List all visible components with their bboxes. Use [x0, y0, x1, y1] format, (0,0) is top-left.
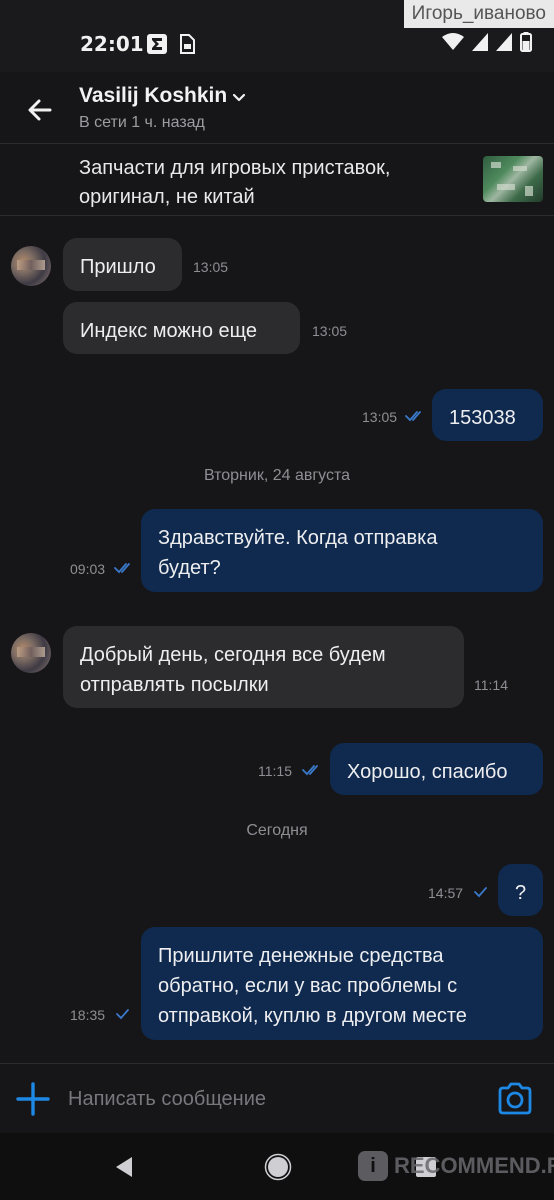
- nav-back-icon[interactable]: [112, 1154, 138, 1180]
- wifi-icon: [442, 33, 464, 50]
- date-divider: Вторник, 24 августа: [203, 467, 351, 484]
- status-time: 22:01: [80, 32, 144, 56]
- contact-status: В сети 1 ч. назад: [79, 114, 205, 131]
- system-nav-bar: i RECOMMEND.RU: [0, 1133, 554, 1200]
- message-input-bar: [0, 1063, 554, 1133]
- status-bar: 22:01 Игорь_иваново: [0, 0, 554, 72]
- contact-avatar[interactable]: [11, 246, 51, 286]
- back-arrow-icon[interactable]: [22, 92, 58, 128]
- chevron-down-icon[interactable]: [231, 89, 247, 105]
- double-check-icon: [302, 765, 318, 776]
- plus-icon[interactable]: [15, 1081, 51, 1117]
- message-bubble[interactable]: Добрый день, сегодня все будем отправлят…: [63, 626, 464, 708]
- message-bubble[interactable]: ?: [498, 864, 543, 916]
- single-check-icon: [474, 887, 487, 898]
- message-input[interactable]: [68, 1082, 468, 1116]
- sim-notification-icon: [180, 34, 195, 54]
- double-check-icon: [114, 563, 130, 574]
- watermark-username: Игорь_иваново: [403, 0, 554, 28]
- message-bubble[interactable]: Пришло: [63, 238, 182, 291]
- message-bubble[interactable]: Здравствуйте. Когда отправка будет?: [141, 509, 543, 592]
- message-time: 13:05: [362, 409, 398, 425]
- message-bubble[interactable]: Индекс можно еще: [63, 302, 300, 354]
- message-bubble[interactable]: 153038: [432, 389, 543, 441]
- date-divider: Сегодня: [246, 822, 308, 839]
- message-time: 11:15: [258, 763, 292, 779]
- listing-title[interactable]: Запчасти для игровых приставок, оригинал…: [79, 154, 459, 212]
- camera-icon[interactable]: [496, 1081, 534, 1117]
- single-check-icon: [116, 1009, 129, 1020]
- message-time: 13:05: [193, 259, 229, 275]
- message-time: 14:57: [428, 885, 464, 901]
- signal-icon-2: [496, 33, 512, 51]
- watermark-badge: i: [358, 1151, 388, 1181]
- chat-header: Vasilij Koshkin В сети 1 ч. назад: [0, 72, 554, 144]
- contact-avatar[interactable]: [11, 633, 51, 673]
- message-bubble[interactable]: Хорошо, спасибо: [330, 743, 543, 795]
- battery-icon: [520, 32, 532, 52]
- listing-bar[interactable]: Запчасти для игровых приставок, оригинал…: [0, 144, 554, 216]
- watermark-text: RECOMMEND.RU: [394, 1153, 554, 1178]
- double-check-icon: [405, 411, 421, 422]
- contact-name[interactable]: Vasilij Koshkin: [79, 84, 227, 108]
- watermark-logo: i RECOMMEND.RU: [358, 1146, 554, 1186]
- chat-screen: 22:01 Игорь_иваново Vasilij Koshkin В се…: [0, 0, 554, 1200]
- message-bubble[interactable]: Пришлите денежные средства обратно, если…: [141, 927, 543, 1040]
- message-time: 09:03: [70, 561, 106, 577]
- message-time: 18:35: [70, 1007, 106, 1023]
- message-time: 11:14: [474, 677, 508, 693]
- listing-thumbnail[interactable]: [483, 156, 543, 202]
- status-icons: [442, 32, 532, 52]
- message-time: 13:05: [312, 323, 348, 339]
- sigma-notification-icon: [147, 34, 167, 54]
- signal-icon: [472, 33, 488, 51]
- nav-home-icon[interactable]: [264, 1153, 292, 1181]
